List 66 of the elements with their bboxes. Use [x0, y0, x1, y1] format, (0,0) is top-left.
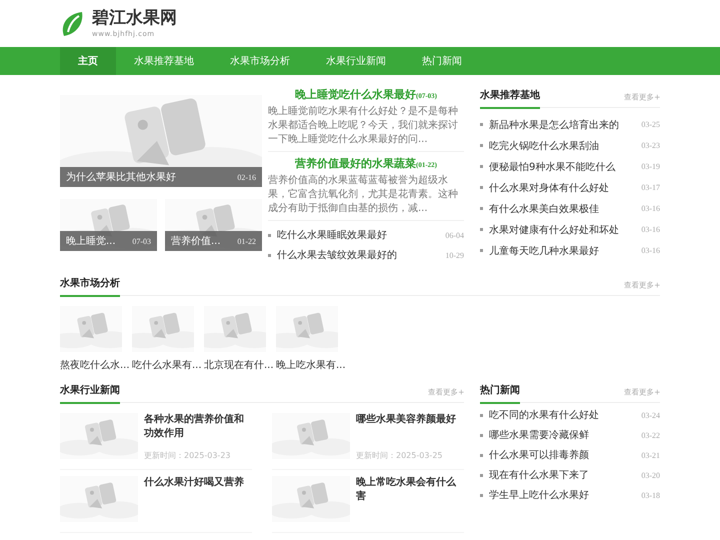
bullet-icon [480, 165, 483, 168]
article-link[interactable]: 水果对健康有什么好处和坏处 [480, 222, 619, 236]
article-link[interactable]: 北京现在有什... [204, 358, 274, 372]
slide-caption: 为什么苹果比其他水果好 [66, 170, 176, 184]
article-date: 10-29 [445, 250, 464, 260]
article-link[interactable]: 便秘最怕9种水果不能吃什么 [480, 160, 616, 174]
bullet-icon [480, 123, 483, 126]
article-link[interactable]: 吃什么水果睡眠效果最好 [268, 228, 387, 242]
article-date: 06-04 [445, 230, 464, 240]
section-title: 热门新闻 [480, 382, 520, 404]
article-date: 03-23 [641, 141, 660, 150]
article-link[interactable]: 儿童每天吃几种水果最好 [480, 244, 599, 258]
article-date: 03-18 [641, 490, 660, 500]
nav-item[interactable]: 主页 [60, 47, 116, 75]
article-link[interactable]: 现在有什么水果下来了 [480, 468, 589, 482]
article-date: 03-16 [641, 204, 660, 213]
article-link[interactable]: 什么水果对身体有什么好处 [480, 180, 609, 194]
bullet-icon [480, 144, 483, 147]
update-time: 更新时间：2025-03-23 [144, 450, 232, 461]
article-date: 03-25 [641, 120, 660, 129]
slide-date: 01-22 [237, 236, 256, 246]
bullet-icon [268, 254, 271, 256]
article-link[interactable]: 哪些水果需要冷藏保鲜 [480, 428, 589, 442]
article-link[interactable]: 新品种水果是怎么培育出来的 [480, 118, 619, 132]
bullet-icon [480, 454, 483, 456]
article-link[interactable]: 学生早上吃什么水果好 [480, 488, 589, 502]
slide-caption: 营养价值... [171, 234, 221, 248]
section-title: 水果推荐基地 [480, 88, 540, 108]
article-link[interactable]: 吃完火锅吃什么水果刮油 [480, 138, 599, 152]
bullet-icon [480, 414, 483, 416]
section-title: 水果市场分析 [60, 276, 120, 296]
bullet-icon [480, 249, 483, 252]
article-link[interactable]: 有什么水果美白效果极佳 [480, 202, 599, 216]
article-link[interactable]: 什么水果去皱纹效果最好的 [268, 248, 397, 262]
news-title[interactable]: 哪些水果美容养颜最好 [356, 413, 464, 427]
article-date: 03-19 [641, 162, 660, 171]
article-date: 03-16 [641, 246, 660, 255]
article-date: 03-21 [641, 450, 660, 460]
bullet-icon [480, 207, 483, 210]
article-link[interactable]: 吃什么水果有... [132, 358, 202, 372]
update-time: 更新时间：2025-03-25 [356, 450, 444, 461]
section-title: 水果行业新闻 [60, 382, 120, 404]
article-date: 03-24 [641, 410, 660, 420]
article-date: 03-20 [641, 470, 660, 480]
article-link[interactable]: 吃不同的水果有什么好处 [480, 408, 599, 422]
featured-summary: 营养价值高的水果蓝莓蓝莓被誉为超级水果，它富含抗氧化剂，尤其是花青素。这种成分有助于抵御自由基的损伤，减... [268, 174, 459, 216]
bullet-icon [480, 494, 483, 496]
article-date: 03-17 [641, 183, 660, 192]
news-title[interactable]: 晚上常吃水果会有什么害 [356, 476, 464, 504]
slide-date: 07-03 [132, 236, 151, 246]
bullet-icon [480, 474, 483, 476]
article-link[interactable]: 什么水果可以排毒养颜 [480, 448, 589, 462]
news-title[interactable]: 各种水果的营养价值和功效作用 [144, 413, 252, 441]
slide-caption: 晚上睡觉... [66, 234, 116, 248]
bullet-icon [480, 434, 483, 436]
bullet-icon [480, 228, 483, 231]
news-title[interactable]: 什么水果汁好喝又营养 [144, 476, 252, 490]
bullet-icon [480, 186, 483, 189]
article-date: 03-16 [641, 225, 660, 234]
slide-date: 02-16 [237, 172, 256, 182]
article-link[interactable]: 熬夜吃什么水... [60, 358, 130, 372]
article-date: 03-22 [641, 430, 660, 440]
featured-summary: 晚上睡觉前吃水果有什么好处？是不是每种水果都适合晚上吃呢？今天，我们就来探讨一下晚上睡觉吃什么水果最好的问... [268, 105, 459, 147]
bullet-icon [268, 234, 271, 236]
article-link[interactable]: 晚上吃水果有... [276, 358, 346, 372]
site-name: 碧江水果网 [92, 10, 177, 26]
